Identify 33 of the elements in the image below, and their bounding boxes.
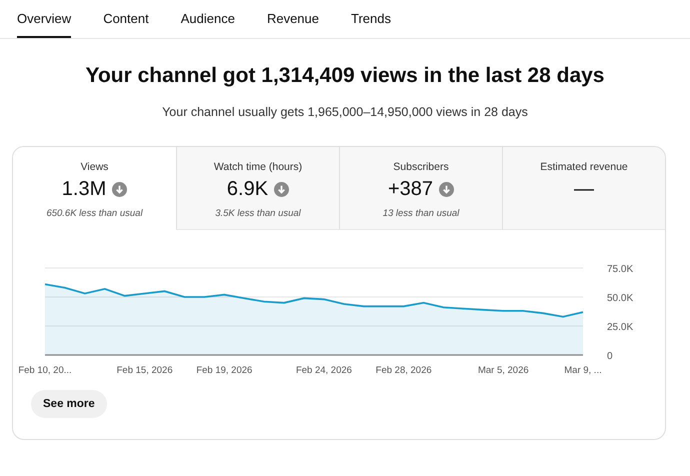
axis-label: Feb 19, 2026 (196, 365, 252, 376)
axis-label: Feb 10, 20... (18, 365, 72, 376)
metric-label: Watch time (hours) (214, 161, 302, 173)
metric-tab[interactable]: Estimated revenue — (502, 147, 665, 230)
see-more-button[interactable]: See more (31, 390, 107, 418)
axis-label: 0 (607, 351, 613, 362)
tab[interactable]: Overview (17, 0, 72, 38)
metric-note: 650.6K less than usual (46, 208, 143, 219)
metric-value: — (574, 178, 594, 201)
metric-tab[interactable]: Subscribers +387 13 less than usual (339, 147, 502, 230)
axis-label: Feb 15, 2026 (116, 365, 173, 376)
metric-value: 6.9K (226, 178, 268, 201)
headline: Your channel got 1,314,409 views in the last 28 days (84, 64, 606, 88)
tab[interactable]: Content (103, 0, 149, 38)
metric-label: Views (80, 161, 108, 173)
axis-label: 25.0K (607, 322, 634, 333)
axis-label: Feb 24, 2026 (296, 365, 352, 376)
metric-label: Estimated revenue (540, 161, 628, 173)
axis-label: Feb 28, 2026 (376, 365, 432, 376)
tab[interactable]: Audience (180, 0, 235, 38)
metric-note: 3.5K less than usual (215, 208, 301, 219)
subtitle: Your channel usually gets 1,965,000–14,950,000 views in 28 days (161, 105, 529, 119)
tab[interactable]: Revenue (266, 0, 319, 38)
axis-label: 75.0K (607, 264, 634, 275)
axis-label: Mar 5, 2026 (478, 365, 529, 376)
axis-label: Mar 9, ... (564, 365, 602, 376)
metric-value: +387 (388, 178, 434, 201)
metric-note: 13 less than usual (382, 208, 460, 219)
metric-value: 1.3M (62, 178, 106, 201)
axis-label: 50.0K (607, 293, 634, 304)
metric-tab[interactable]: Watch time (hours) 6.9K 3.5K less than usual (176, 147, 339, 230)
metric-label: Subscribers (393, 161, 449, 173)
tab[interactable]: Trends (351, 0, 391, 38)
